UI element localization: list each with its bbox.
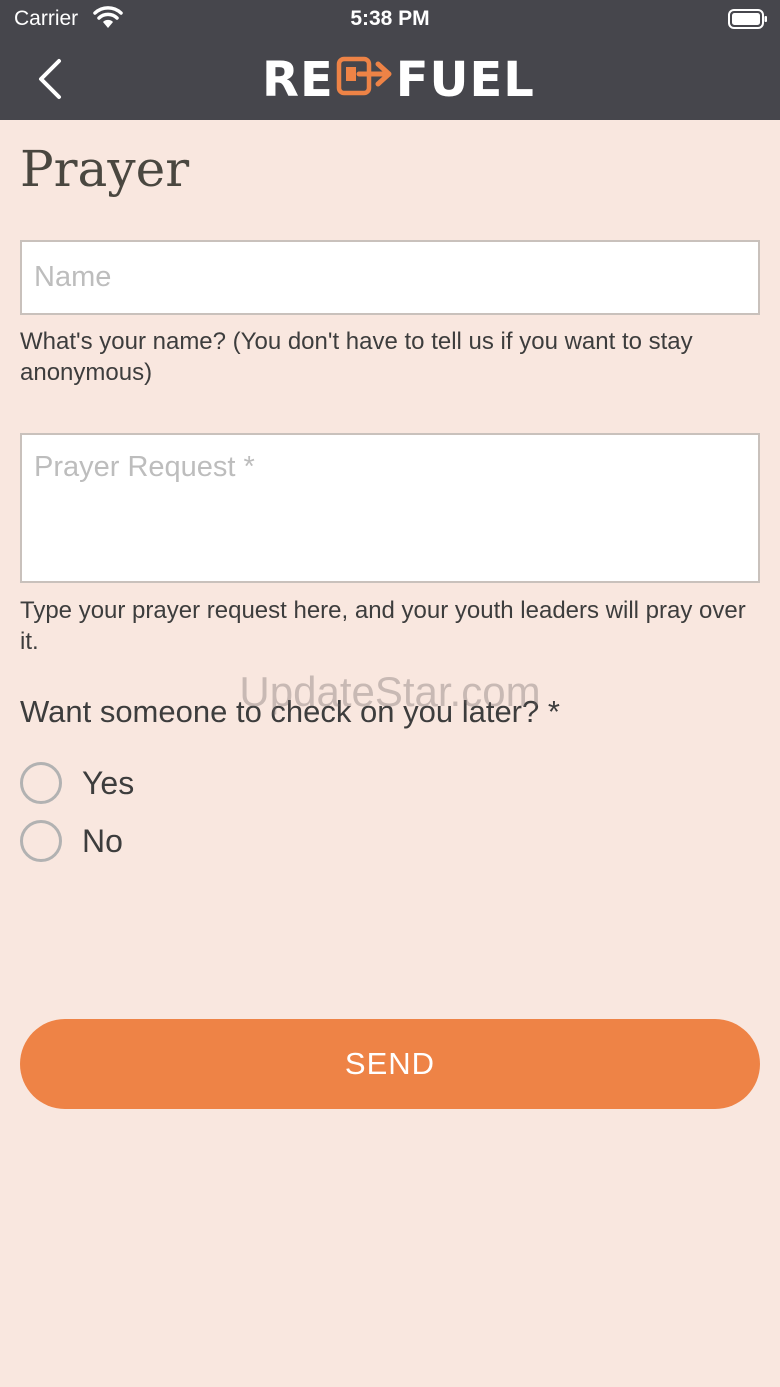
check-in-question: Want someone to check on you later? *	[20, 694, 560, 729]
logo-text-right: FUEL	[395, 52, 535, 108]
name-input[interactable]	[20, 240, 760, 315]
fuel-pump-arrow-icon	[336, 52, 394, 108]
logo-text-left: RE	[262, 52, 334, 108]
nav-bar: RE FUEL	[0, 40, 780, 120]
back-chevron-icon[interactable]	[30, 56, 70, 102]
name-hint: What's your name? (You don't have to tel…	[20, 328, 693, 386]
radio-circle-icon[interactable]	[20, 762, 62, 804]
option-yes[interactable]: Yes	[20, 762, 134, 804]
radio-circle-icon[interactable]	[20, 820, 62, 862]
status-time: 5:38 PM	[350, 7, 430, 30]
option-no-label: No	[82, 822, 123, 859]
prayer-request-hint: Type your prayer request here, and your …	[20, 597, 746, 655]
option-no[interactable]: No	[20, 820, 123, 862]
battery-icon	[728, 9, 768, 29]
page-title: Prayer	[20, 140, 190, 198]
app-logo: RE FUEL	[262, 52, 535, 108]
option-yes-label: Yes	[82, 764, 135, 801]
send-button[interactable]: SEND	[20, 1019, 760, 1109]
prayer-request-input[interactable]	[20, 433, 760, 583]
status-bar: Carrier 5:38 PM	[0, 0, 780, 40]
